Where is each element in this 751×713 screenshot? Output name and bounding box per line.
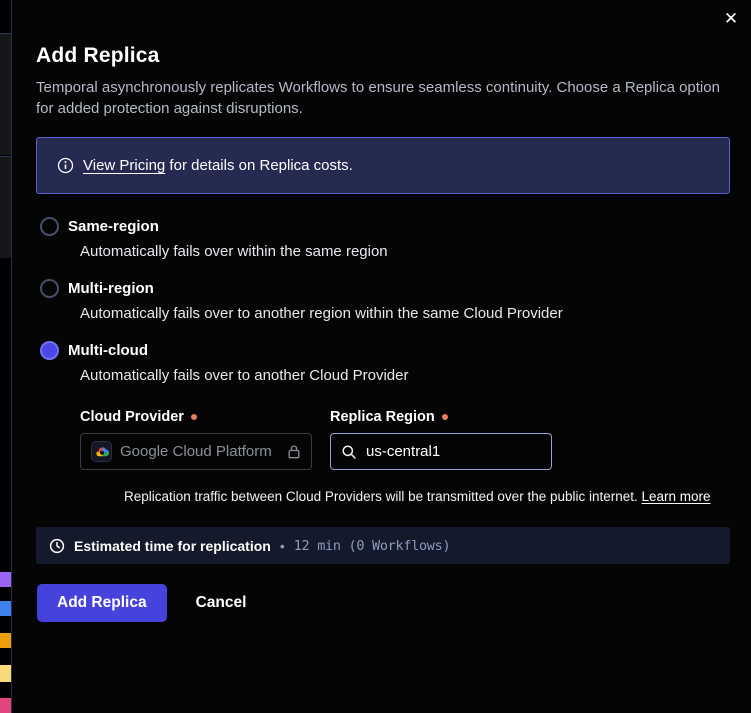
replica-region-field-group: Replica Region us-centr: [330, 409, 552, 470]
radio-multi-region[interactable]: Multi-region: [36, 279, 730, 298]
replica-region-value: us-central1: [366, 443, 440, 460]
option-description: Automatically fails over to another Clou…: [36, 367, 730, 384]
option-description: Automatically fails over to another regi…: [36, 305, 730, 322]
search-icon: [341, 444, 357, 460]
cloud-provider-value: Google Cloud Platform: [120, 443, 279, 460]
radio-multi-cloud[interactable]: Multi-cloud: [36, 341, 730, 360]
replica-region-label: Replica Region: [330, 409, 552, 425]
add-replica-modal: ✕ Add Replica Temporal asynchronously re…: [12, 0, 751, 713]
cloud-provider-field-group: Cloud Provider: [80, 409, 312, 470]
estimated-time-banner: Estimated time for replication • 12 min …: [36, 527, 730, 564]
modal-actions: Add Replica Cancel: [36, 584, 730, 622]
background-color-chips: [0, 0, 11, 713]
cloud-provider-select[interactable]: Google Cloud Platform: [80, 433, 312, 470]
estimate-value: 12 min (0 Workflows): [294, 538, 451, 554]
background-color-chip: [0, 633, 11, 648]
option-same-region: Same-region Automatically fails over wit…: [36, 217, 730, 260]
clock-icon: [49, 538, 65, 554]
background-color-chip: [0, 572, 11, 587]
option-label: Same-region: [68, 218, 159, 235]
pricing-banner-text: View Pricing for details on Replica cost…: [83, 157, 353, 174]
radio-icon[interactable]: [40, 279, 59, 298]
option-description: Automatically fails over within the same…: [36, 243, 730, 260]
background-page-strip: [0, 0, 12, 713]
estimate-label: Estimated time for replication: [74, 538, 271, 554]
view-pricing-link[interactable]: View Pricing: [83, 157, 165, 174]
background-color-chip: [0, 665, 11, 682]
cancel-button[interactable]: Cancel: [196, 594, 247, 612]
modal-description: Temporal asynchronously replicates Workf…: [36, 77, 724, 119]
info-icon: [57, 157, 74, 174]
page-title: Add Replica: [36, 44, 730, 68]
replica-options: Same-region Automatically fails over wit…: [36, 217, 730, 504]
background-color-chip: [0, 698, 11, 713]
required-dot-icon: [442, 414, 448, 420]
option-label: Multi-region: [68, 280, 154, 297]
pricing-info-banner: View Pricing for details on Replica cost…: [36, 137, 730, 194]
radio-icon[interactable]: [40, 217, 59, 236]
option-multi-cloud: Multi-cloud Automatically fails over to …: [36, 341, 730, 504]
radio-same-region[interactable]: Same-region: [36, 217, 730, 236]
option-multi-region: Multi-region Automatically fails over to…: [36, 279, 730, 322]
background-color-chip: [0, 601, 11, 616]
multi-cloud-form: Cloud Provider: [36, 409, 730, 504]
option-label: Multi-cloud: [68, 342, 148, 359]
gcp-logo-icon: [91, 441, 112, 462]
lock-icon: [287, 444, 301, 459]
replica-region-input[interactable]: us-central1: [330, 433, 552, 470]
radio-icon[interactable]: [40, 341, 59, 360]
add-replica-button[interactable]: Add Replica: [37, 584, 167, 622]
learn-more-link[interactable]: Learn more: [642, 489, 711, 504]
estimate-separator: •: [280, 538, 285, 554]
close-icon[interactable]: ✕: [720, 8, 742, 30]
cloud-provider-label: Cloud Provider: [80, 409, 312, 425]
required-dot-icon: [191, 414, 197, 420]
public-internet-note: Replication traffic between Cloud Provid…: [80, 489, 730, 504]
modal-content: Add Replica Temporal asynchronously repl…: [12, 0, 751, 622]
